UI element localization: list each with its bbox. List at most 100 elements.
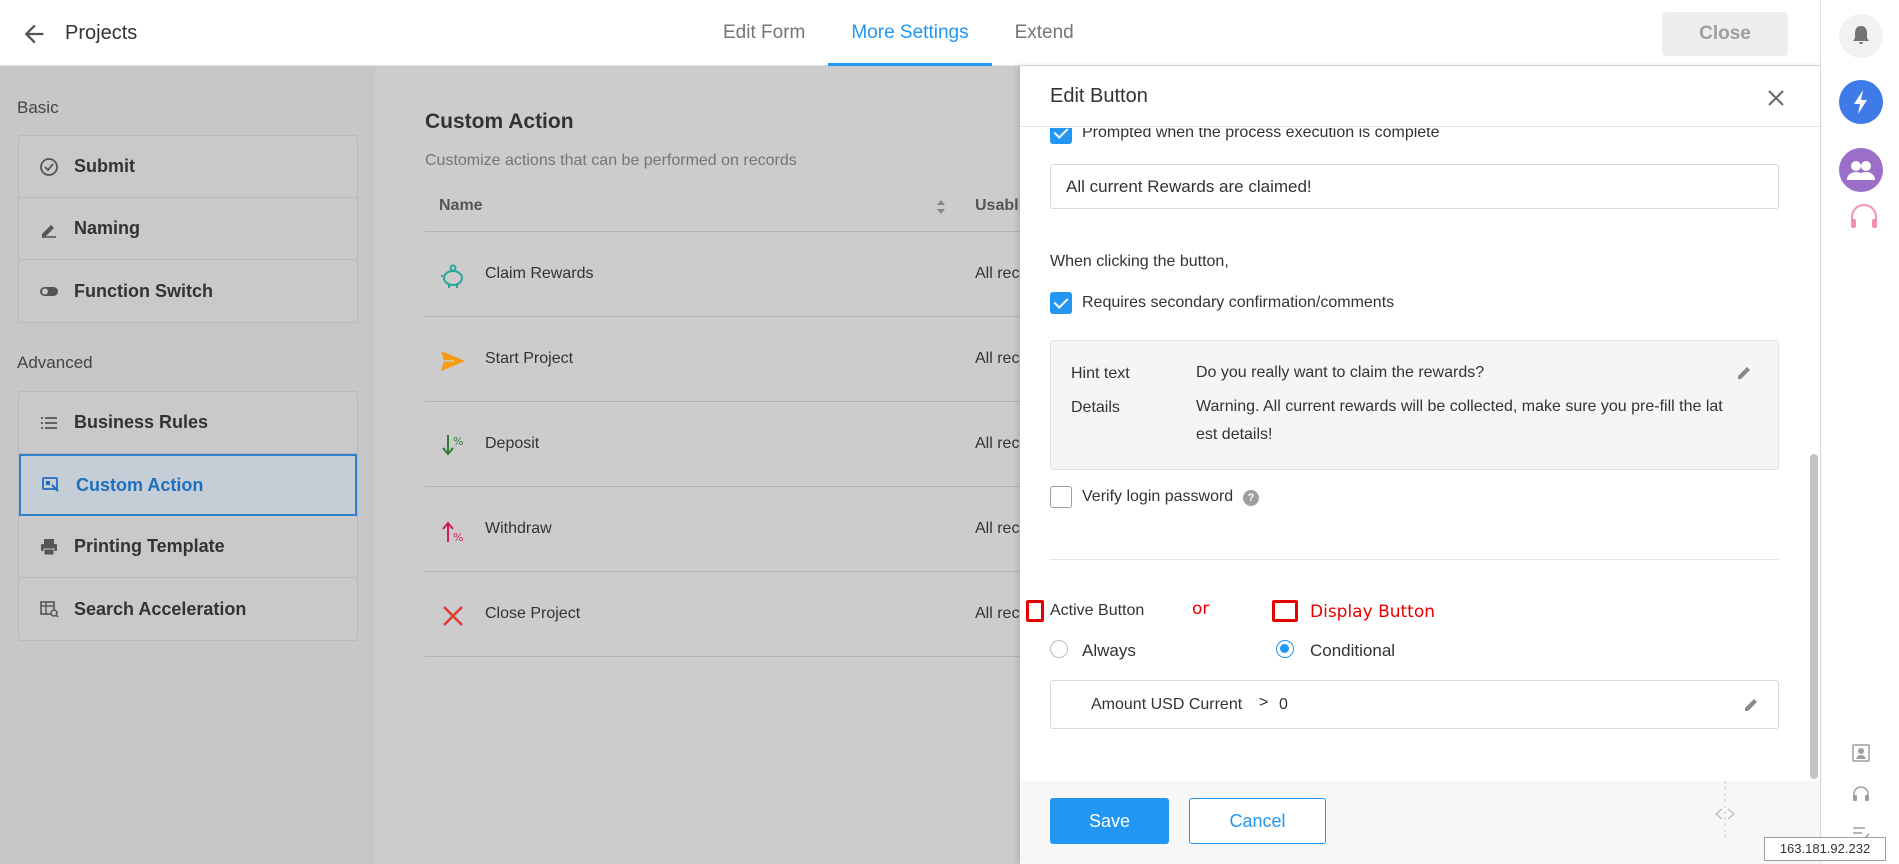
edit-pencil-icon[interactable] (1743, 695, 1761, 713)
close-icon[interactable] (1766, 88, 1786, 108)
save-button[interactable]: Save (1050, 798, 1169, 844)
row-usable: All rec (975, 605, 1020, 622)
panel-scrollbar[interactable] (1810, 454, 1818, 779)
column-header-name: Name (439, 197, 483, 214)
confirm-checkbox[interactable] (1050, 292, 1072, 314)
row-usable: All rec (975, 265, 1020, 282)
help-question-icon[interactable]: ? (1243, 490, 1259, 506)
sidebar-item-label: Naming (74, 218, 141, 238)
sidebar-item-submit[interactable]: Submit (19, 136, 357, 198)
custom-action-icon (41, 475, 61, 495)
row-usable: All rec (975, 520, 1020, 537)
settings-content: Basic Submit Naming Function Switch Adva… (0, 66, 1020, 864)
section-title: Custom Action (425, 110, 574, 133)
table-header: Name Usabl (425, 180, 1020, 232)
sidebar-item-business-rules[interactable]: Business Rules (19, 392, 357, 454)
when-clicking-label: When clicking the button, (1050, 253, 1229, 270)
table-row[interactable]: % Withdraw All rec (425, 487, 1020, 572)
sidebar-item-label: Function Switch (74, 280, 213, 301)
piggy-bank-icon (441, 264, 463, 288)
table-row[interactable]: Claim Rewards All rec (425, 232, 1020, 317)
sidebar-item-function-switch[interactable]: Function Switch (19, 260, 357, 322)
table-row[interactable]: % Deposit All rec (425, 402, 1020, 487)
sidebar-item-search-acceleration[interactable]: Search Acceleration (19, 578, 357, 640)
search-table-icon (39, 599, 59, 619)
withdraw-icon: % (442, 521, 463, 544)
always-radio[interactable] (1050, 640, 1068, 658)
toggle-icon (39, 281, 59, 301)
tab-more-settings[interactable]: More Settings (828, 0, 992, 66)
list-icon (39, 413, 59, 433)
sort-icon[interactable] (935, 198, 947, 216)
tab-extend[interactable]: Extend (992, 0, 1097, 66)
check-circle-icon (39, 157, 59, 177)
row-name: Close Project (485, 605, 581, 622)
advanced-menu: Business Rules Custom Action Printing Te… (18, 391, 358, 641)
details-label: Details (1071, 399, 1120, 416)
right-rail (1820, 0, 1899, 864)
panel-title: Edit Button (1050, 85, 1148, 107)
section-label-basic: Basic (17, 98, 59, 117)
row-usable: All rec (975, 350, 1020, 367)
condition-value: 0 (1279, 696, 1288, 713)
sidebar-item-naming[interactable]: Naming (19, 198, 357, 260)
verify-password-checkbox[interactable] (1050, 486, 1072, 508)
top-header: Projects Edit Form More Settings Extend … (0, 0, 1820, 66)
conditional-radio[interactable] (1276, 640, 1294, 658)
row-name: Start Project (485, 350, 574, 367)
confirmation-details-box: Hint text Do you really want to claim th… (1050, 340, 1779, 470)
printer-icon (39, 537, 59, 557)
edit-button-panel: Edit Button Prompted when the process ex… (1020, 66, 1820, 864)
section-subtitle: Customize actions that can be performed … (425, 152, 797, 169)
headset-icon[interactable] (1847, 200, 1881, 234)
notification-bell-icon[interactable] (1839, 14, 1883, 58)
page-title: Projects (65, 22, 138, 44)
edit-pencil-icon[interactable] (1736, 363, 1754, 381)
row-usable: All rec (975, 435, 1020, 452)
prompt-checkbox[interactable] (1050, 128, 1072, 144)
lightning-icon[interactable] (1839, 80, 1883, 124)
prompt-checkbox-label: Prompted when the process execution is c… (1082, 128, 1440, 141)
sidebar-item-label: Search Acceleration (74, 598, 247, 619)
contact-card-icon[interactable] (1850, 742, 1872, 764)
sidebar-item-printing-template[interactable]: Printing Template (19, 516, 357, 578)
section-label-advanced: Advanced (17, 353, 93, 372)
cancel-button[interactable]: Cancel (1189, 798, 1326, 844)
deposit-icon: % (442, 435, 463, 456)
prompt-message-input[interactable]: All current Rewards are claimed! (1050, 164, 1779, 209)
sidebar-item-custom-action[interactable]: Custom Action (19, 454, 357, 516)
annotation-box-display (1272, 600, 1298, 622)
tab-edit-form[interactable]: Edit Form (700, 0, 828, 66)
support-headset-icon[interactable] (1850, 783, 1872, 805)
active-button-label: Active Button (1050, 602, 1145, 619)
resize-handle-icon[interactable] (1710, 781, 1740, 841)
condition-operator: > (1259, 694, 1269, 711)
table-row[interactable]: Start Project All rec (425, 317, 1020, 402)
row-name: Claim Rewards (485, 265, 594, 282)
close-button[interactable]: Close (1662, 12, 1788, 56)
annotation-box-active (1026, 600, 1044, 622)
ip-address-badge: 163.181.92.232 (1764, 837, 1886, 861)
condition-row[interactable]: Amount USD Current > 0 (1050, 680, 1779, 729)
prompt-row: Prompted when the process execution is c… (1020, 128, 1810, 148)
confirm-checkbox-label: Requires secondary confirmation/comments (1082, 294, 1395, 311)
svg-text:%: % (453, 435, 463, 448)
back-arrow-icon[interactable] (20, 20, 48, 48)
sidebar-item-label: Submit (74, 156, 135, 176)
display-button-label: Display Button (1310, 602, 1436, 622)
svg-text:%: % (453, 531, 463, 544)
verify-password-label: Verify login password (1082, 488, 1234, 505)
panel-header: Edit Button (1020, 66, 1820, 127)
team-users-icon[interactable] (1839, 148, 1883, 192)
hint-text-label: Hint text (1071, 365, 1130, 382)
sidebar-item-label: Custom Action (76, 474, 204, 495)
row-name: Deposit (485, 435, 540, 452)
custom-action-page: Custom Action Customize actions that can… (375, 66, 1020, 864)
condition-field: Amount USD Current (1091, 696, 1243, 713)
column-header-usable: Usabl (975, 197, 1019, 214)
divider (1050, 559, 1779, 560)
sidebar-item-label: Business Rules (74, 412, 209, 432)
sidebar-item-label: Printing Template (74, 536, 225, 556)
panel-footer: Save Cancel (1020, 781, 1820, 864)
table-row[interactable]: Close Project All rec (425, 572, 1020, 657)
